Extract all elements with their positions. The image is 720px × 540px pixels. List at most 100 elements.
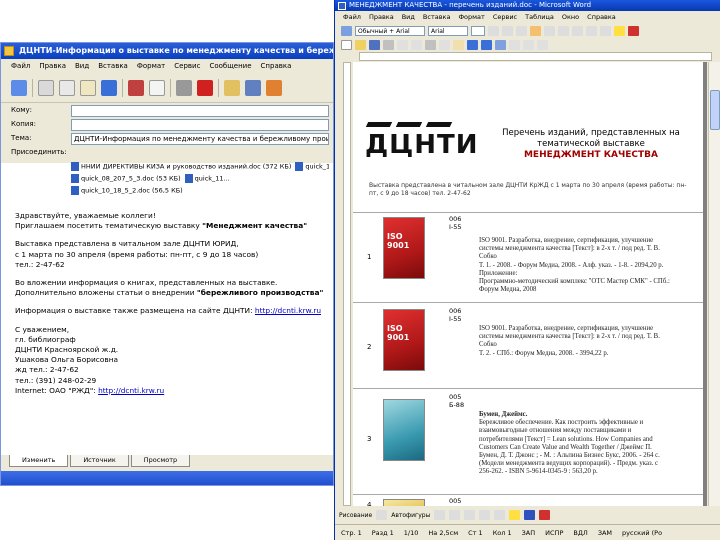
tab-source[interactable]: Источник [70, 455, 129, 467]
email-titlebar[interactable]: ДЦНТИ-Информация о выставке по менеджмен… [1, 43, 333, 59]
status-track[interactable]: ИСПР [545, 525, 563, 540]
status-extend[interactable]: ВДЛ [573, 525, 587, 540]
menu-insert[interactable]: Вставка [98, 59, 128, 73]
copy-icon[interactable] [59, 79, 75, 96]
site-link[interactable]: http://dcnti.krw.ru [255, 306, 321, 315]
tab-edit[interactable]: Изменить [9, 455, 69, 467]
menu-view[interactable]: Вид [75, 59, 89, 73]
word-menu-table[interactable]: Таблица [525, 11, 554, 24]
open-icon[interactable] [355, 40, 366, 50]
attachment-item[interactable]: ННИИ ДИРЕКТИВЫ КИЗА и руководство издани… [71, 162, 291, 172]
paste-icon[interactable] [80, 79, 96, 96]
align-right-icon[interactable] [558, 26, 569, 36]
font-size-combo[interactable] [471, 26, 485, 36]
horizontal-ruler[interactable] [359, 52, 712, 61]
oval-icon[interactable] [479, 510, 491, 520]
draw-menu[interactable]: Рисование [339, 512, 372, 519]
style-combo[interactable]: Обычный + Arial [355, 26, 425, 36]
word-menu-help[interactable]: Справка [587, 11, 616, 24]
word-menu-file[interactable]: Файл [343, 11, 361, 24]
font-color-icon[interactable] [628, 26, 639, 36]
align-center-icon[interactable] [544, 26, 555, 36]
word-menu-window[interactable]: Окно [562, 11, 579, 24]
scrollbar-thumb[interactable] [710, 90, 720, 130]
to-input[interactable] [71, 105, 329, 117]
redo-icon[interactable] [481, 40, 492, 50]
entry-description: ISO 9001. Разработка, внедрение, сертифи… [479, 325, 660, 357]
print-icon[interactable] [383, 40, 394, 50]
book-entry: 1 ISO 9001 006 I-55 ISO 9001. Разработка… [353, 212, 703, 300]
cut-icon[interactable] [38, 79, 54, 96]
menu-file[interactable]: Файл [11, 59, 30, 73]
send-icon[interactable] [11, 79, 27, 96]
textbox-icon[interactable] [494, 510, 506, 520]
justify-icon[interactable] [572, 26, 583, 36]
word-menu-insert[interactable]: Вставка [423, 11, 451, 24]
attachment-item[interactable]: quick_08_207_5_3.doc (53 КБ) [71, 174, 181, 184]
menu-message[interactable]: Сообщение [209, 59, 251, 73]
document-page[interactable]: ДЦНТИ Перечень изданий, представленных н… [353, 62, 703, 506]
attach-icon[interactable] [176, 79, 192, 96]
styles-icon[interactable] [341, 26, 352, 36]
book-cover-image [383, 399, 425, 461]
tab-preview[interactable]: Просмотр [130, 455, 191, 467]
fill-color-icon[interactable] [509, 510, 521, 520]
vertical-scrollbar[interactable] [708, 62, 720, 506]
menu-tools[interactable]: Сервис [174, 59, 200, 73]
rectangle-icon[interactable] [464, 510, 476, 520]
highlight-icon[interactable] [614, 26, 625, 36]
columns-icon[interactable] [523, 40, 534, 50]
attachment-item[interactable]: quick_11_55... [295, 162, 329, 172]
cc-label: Копия: [11, 120, 36, 128]
cut-icon[interactable] [425, 40, 436, 50]
entry-code: 006 I-55 [449, 307, 462, 323]
signature-web-link[interactable]: http://dcnti.krw.ru [98, 386, 164, 395]
encrypt-icon[interactable] [245, 79, 261, 96]
menu-help[interactable]: Справка [261, 59, 292, 73]
spelling-icon[interactable] [149, 79, 165, 96]
attachment-item[interactable]: quick_10_18_5_2.doc (56,5 КБ) [71, 186, 183, 196]
zoom-icon[interactable] [537, 40, 548, 50]
status-record[interactable]: ЗАП [522, 525, 536, 540]
paste-icon[interactable] [453, 40, 464, 50]
copy-icon[interactable] [439, 40, 450, 50]
italic-icon[interactable] [502, 26, 513, 36]
word-menu-tools[interactable]: Сервис [493, 11, 517, 24]
menu-format[interactable]: Формат [137, 59, 165, 73]
offline-icon[interactable] [266, 79, 282, 96]
undo-icon[interactable] [101, 79, 117, 96]
word-titlebar[interactable]: МЕНЕДЖМЕНТ КАЧЕСТВА - перечень изданий.d… [335, 0, 720, 11]
save-icon[interactable] [369, 40, 380, 50]
bold-icon[interactable] [488, 26, 499, 36]
bullets-icon[interactable] [600, 26, 611, 36]
undo-icon[interactable] [467, 40, 478, 50]
priority-icon[interactable] [197, 79, 213, 96]
word-menu-edit[interactable]: Правка [369, 11, 394, 24]
cc-input[interactable] [71, 119, 329, 131]
font-color-icon[interactable] [539, 510, 551, 520]
autoshapes-menu[interactable]: Автофигуры [391, 512, 430, 519]
email-body[interactable]: Здравствуйте, уважаемые коллеги! Приглаш… [1, 205, 333, 455]
menu-edit[interactable]: Правка [39, 59, 66, 73]
subject-input[interactable]: ДЦНТИ-Информация по менеджменту качества… [71, 133, 329, 145]
font-combo[interactable]: Arial [428, 26, 468, 36]
vertical-ruler[interactable] [343, 62, 351, 506]
status-overtype[interactable]: ЗАМ [598, 525, 612, 540]
numbering-icon[interactable] [586, 26, 597, 36]
line-icon[interactable] [434, 510, 446, 520]
word-menu-format[interactable]: Формат [458, 11, 484, 24]
word-menu-view[interactable]: Вид [402, 11, 415, 24]
align-left-icon[interactable] [530, 26, 541, 36]
line-color-icon[interactable] [524, 510, 536, 520]
preview-icon[interactable] [397, 40, 408, 50]
arrow-icon[interactable] [449, 510, 461, 520]
new-doc-icon[interactable] [341, 40, 352, 50]
spell-icon[interactable] [411, 40, 422, 50]
sign-icon[interactable] [224, 79, 240, 96]
attachment-item[interactable]: quick_11... [184, 174, 230, 184]
hyperlink-icon[interactable] [495, 40, 506, 50]
select-objects-icon[interactable] [376, 510, 388, 520]
underline-icon[interactable] [516, 26, 527, 36]
table-icon[interactable] [509, 40, 520, 50]
check-names-icon[interactable] [128, 79, 144, 96]
